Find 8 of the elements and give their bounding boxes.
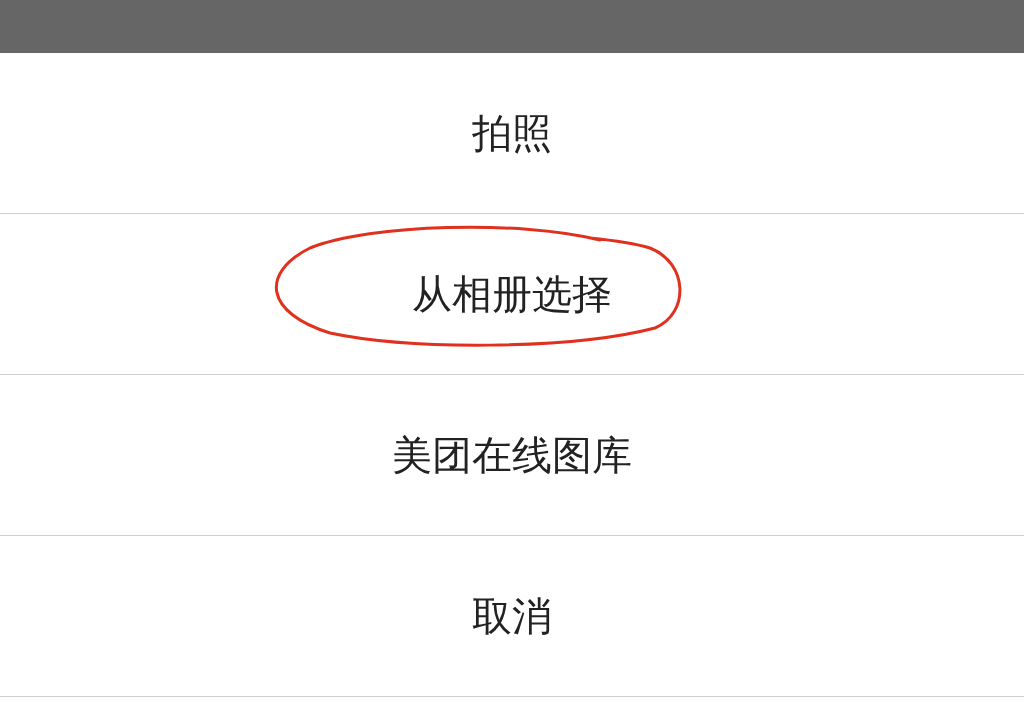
menu-option[interactable]: 美团在线图库 bbox=[0, 375, 1024, 536]
option-label: 取消 bbox=[472, 591, 552, 641]
menu-option[interactable]: 从相册选择 bbox=[0, 214, 1024, 375]
option-label: 从相册选择 bbox=[412, 269, 612, 319]
option-label: 拍照 bbox=[472, 108, 552, 158]
option-label: 美团在线图库 bbox=[392, 430, 632, 480]
menu-option[interactable]: 取消 bbox=[0, 536, 1024, 697]
menu-option[interactable]: 拍照 bbox=[0, 53, 1024, 214]
